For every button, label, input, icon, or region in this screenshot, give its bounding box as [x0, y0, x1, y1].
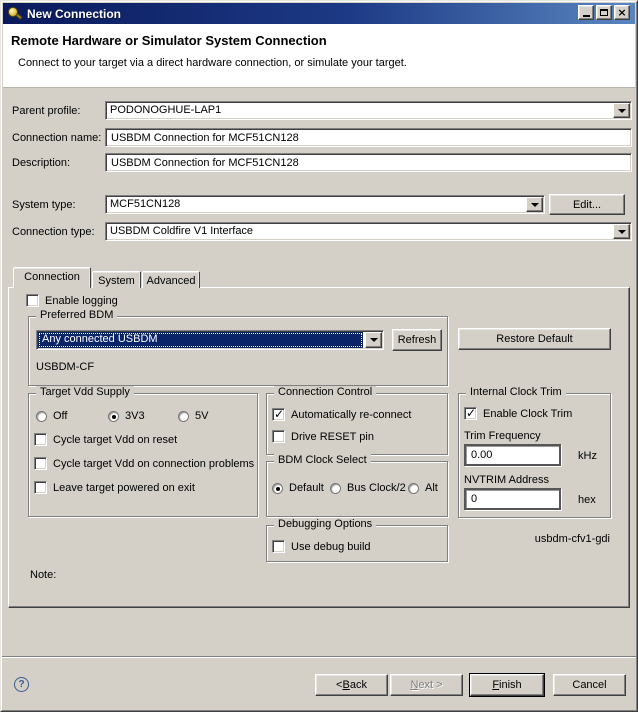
edit-button[interactable]: Edit... [549, 194, 625, 215]
page-title: Remote Hardware or Simulator System Conn… [11, 33, 327, 48]
tab-connection[interactable]: Connection [13, 267, 91, 288]
parent-profile-label: Parent profile: [12, 105, 81, 117]
maximize-button[interactable] [596, 5, 612, 20]
connection-type-label: Connection type: [12, 226, 95, 238]
minimize-icon [582, 15, 590, 17]
cancel-button[interactable]: Cancel [553, 674, 626, 696]
wizard-header: Remote Hardware or Simulator System Conn… [3, 24, 635, 88]
footer-separator [2, 656, 636, 658]
tab-system[interactable]: System [92, 271, 141, 288]
connection-tab-panel [8, 287, 630, 608]
maximize-icon [600, 9, 608, 16]
description-label: Description: [12, 157, 71, 169]
connection-type-value: USBDM Coldfire V1 Interface [110, 225, 254, 237]
system-type-label: System type: [12, 199, 76, 211]
connection-type-combo[interactable]: USBDM Coldfire V1 Interface [105, 222, 632, 241]
new-connection-dialog: New Connection × Remote Hardware or Simu… [0, 0, 638, 712]
connection-type-dropdown-button[interactable] [613, 224, 630, 239]
help-icon[interactable]: ? [14, 677, 29, 692]
description-input[interactable]: USBDM Connection for MCF51CN128 [105, 153, 632, 172]
back-button[interactable]: < Back [315, 674, 388, 696]
chevron-down-icon [617, 108, 626, 113]
tab-advanced[interactable]: Advanced [142, 271, 200, 288]
system-type-dropdown-button[interactable] [526, 197, 543, 212]
chevron-down-icon [530, 202, 539, 207]
close-button[interactable]: × [614, 5, 630, 20]
close-icon: × [617, 6, 627, 19]
titlebar[interactable]: New Connection [3, 3, 635, 24]
connection-name-input[interactable]: USBDM Connection for MCF51CN128 [105, 128, 632, 147]
system-type-combo[interactable]: MCF51CN128 [105, 195, 545, 214]
connection-name-label: Connection name: [12, 132, 102, 144]
parent-profile-dropdown-button[interactable] [613, 103, 630, 118]
window-title: New Connection [27, 6, 122, 21]
system-type-value: MCF51CN128 [110, 198, 181, 210]
next-button[interactable]: Next > [390, 674, 463, 696]
minimize-button[interactable] [578, 5, 594, 20]
page-subtitle: Connect to your target via a direct hard… [18, 57, 407, 69]
finish-button[interactable]: Finish [470, 674, 544, 696]
chevron-down-icon [617, 229, 626, 234]
new-connection-icon [7, 6, 23, 21]
parent-profile-combo[interactable]: PODONOGHUE-LAP1 [105, 101, 632, 120]
parent-profile-value: PODONOGHUE-LAP1 [110, 104, 222, 116]
